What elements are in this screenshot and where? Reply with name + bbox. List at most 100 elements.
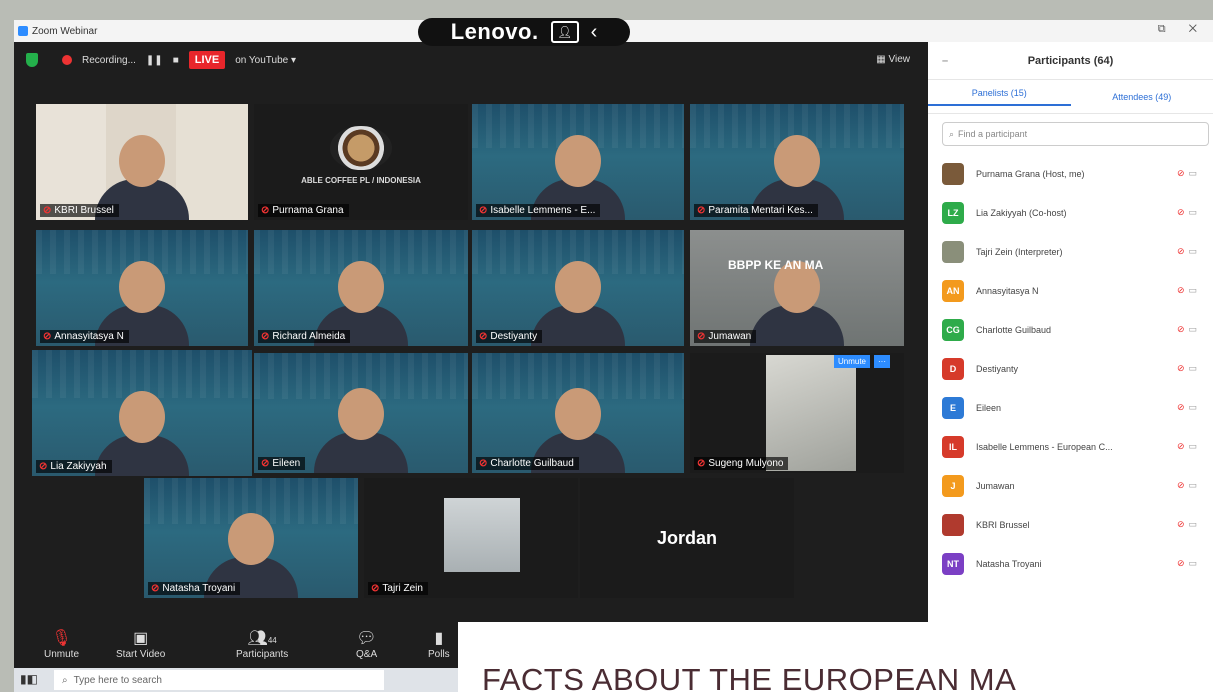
article-overlay: FACTS ABOUT THE EUROPEAN MA: [458, 622, 1213, 692]
polls-label: Polls: [428, 649, 450, 660]
participant-status-icons: ⊘▭: [1177, 168, 1201, 179]
mic-muted-icon: ⊘: [1176, 402, 1189, 412]
mic-muted-icon: ⊘: [1176, 246, 1189, 256]
avatar: D: [942, 357, 964, 380]
video-tile[interactable]: ⊘ Natasha Troyani: [144, 478, 358, 598]
participant-list-item[interactable]: LZ Lia Zakiyyah (Co-host) ⊘▭: [928, 193, 1213, 232]
participant-list-item[interactable]: IL Isabelle Lemmens - European C... ⊘▭: [928, 427, 1213, 466]
participant-status-icons: ⊘▭: [1177, 246, 1201, 257]
tab-panelists[interactable]: Panelists (15): [928, 88, 1071, 106]
participant-name: Paramita Mentari Kes...: [708, 205, 813, 216]
mic-muted-icon: ⊘: [261, 458, 270, 469]
video-tile[interactable]: ⊘ Isabelle Lemmens - E...: [472, 104, 684, 220]
live-badge[interactable]: LIVE: [188, 51, 226, 69]
avatar: LZ: [942, 201, 964, 224]
security-shield-icon[interactable]: [26, 53, 38, 67]
video-tile[interactable]: ⊘ KBRI Brussel: [36, 104, 248, 220]
video-tile[interactable]: BBPP KE AN MA ⊘ Jumawan: [690, 230, 904, 346]
participant-nameplate: ⊘ Destiyanty: [476, 330, 543, 343]
start-video-button[interactable]: ▣ Start Video: [116, 628, 165, 660]
video-tile[interactable]: ⊘ Paramita Mentari Kes...: [690, 104, 904, 220]
taskbar-search-input[interactable]: ⌕ Type here to search: [54, 670, 384, 690]
stream-destination-dropdown[interactable]: on YouTube ▾: [235, 55, 296, 66]
participant-status-icons: ⊘▭: [1177, 480, 1201, 491]
avatar: AN: [942, 279, 964, 302]
participant-nameplate: ⊘ Tajri Zein: [368, 582, 428, 595]
video-tile[interactable]: Unmute ··· ⊘ Sugeng Mulyono: [690, 353, 904, 473]
participant-name: Lia Zakiyyah: [50, 461, 107, 472]
participant-list-item[interactable]: Purnama Grana (Host, me) ⊘▭: [928, 154, 1213, 193]
video-tile[interactable]: ⊘ Annasyitasya N: [36, 230, 248, 346]
unmute-button[interactable]: 🎙︎ Unmute: [44, 628, 79, 660]
participant-list-item[interactable]: E Eileen ⊘▭: [928, 388, 1213, 427]
participant-list-item[interactable]: NT Natasha Troyani ⊘▭: [928, 544, 1213, 583]
participant-name: Isabelle Lemmens - E...: [490, 205, 596, 216]
qa-button[interactable]: 💬︎ Q&A: [356, 628, 377, 660]
search-icon: ⌕: [62, 674, 68, 686]
participant-list-name: Lia Zakiyyah (Co-host): [976, 207, 1067, 218]
participant-status-icons: ⊘▭: [1177, 207, 1201, 218]
video-tile[interactable]: ⊘ Tajri Zein: [364, 478, 578, 598]
window-controls[interactable]: ⧉ ✕: [1158, 23, 1207, 36]
mic-muted-icon: ⊘: [39, 461, 48, 472]
pause-recording-button[interactable]: ❚❚: [146, 55, 163, 66]
participant-name: Richard Almeida: [272, 331, 346, 342]
mic-muted-icon: ⊘: [371, 583, 380, 594]
mic-muted-icon: ⊘: [1176, 207, 1189, 217]
camera-icon: ▭: [1188, 285, 1201, 295]
lenovo-logo: Lenovo.: [450, 19, 539, 44]
participant-list-item[interactable]: D Destiyanty ⊘▭: [928, 349, 1213, 388]
more-options-icon[interactable]: ···: [874, 355, 890, 368]
collapse-panel-icon[interactable]: –: [942, 55, 948, 67]
video-tile[interactable]: ⊘ Destiyanty: [472, 230, 684, 346]
mic-off-icon: 🎙︎: [51, 630, 72, 647]
participant-status-icons: ⊘▭: [1177, 363, 1201, 374]
view-button[interactable]: ▦ View: [876, 54, 910, 65]
unmute-request-button[interactable]: Unmute: [833, 355, 870, 368]
logo-text: ABLE COFFEE PL / INDONESIA: [301, 176, 421, 185]
participant-list-item[interactable]: KBRI Brussel ⊘▭: [928, 505, 1213, 544]
video-tile[interactable]: ⊘ Richard Almeida: [254, 230, 468, 346]
camera-icon: ▭: [1188, 480, 1201, 490]
participant-list-name: Eileen: [976, 402, 1002, 413]
participant-search-placeholder: Find a participant: [958, 129, 1028, 139]
tab-attendees[interactable]: Attendees (49): [1071, 92, 1213, 102]
participant-search-input[interactable]: ⌕ Find a participant: [942, 122, 1209, 146]
window-title: Zoom Webinar: [32, 25, 98, 37]
taskview-icon[interactable]: ▮◧: [20, 672, 38, 686]
video-tile[interactable]: ⊘ Charlotte Guilbaud: [472, 353, 684, 473]
participants-button[interactable]: 👥︎44 Participants: [236, 628, 288, 660]
polls-icon: ▮: [434, 630, 444, 647]
video-tile[interactable]: ABLE COFFEE PL / INDONESIA ⊘ Purnama Grana: [254, 104, 468, 220]
participant-name: Annasyitasya N: [54, 331, 124, 342]
video-tile[interactable]: Jordan: [580, 478, 794, 598]
stop-recording-button[interactable]: ■: [173, 55, 179, 66]
participant-status-icons: ⊘▭: [1177, 324, 1201, 335]
qa-icon: 💬︎: [356, 630, 377, 647]
video-tile[interactable]: ⊘ Lia Zakiyyah: [32, 350, 252, 476]
participant-nameplate: ⊘ Natasha Troyani: [148, 582, 241, 595]
mic-muted-icon: ⊘: [1176, 324, 1189, 334]
participant-list-item[interactable]: J Jumawan ⊘▭: [928, 466, 1213, 505]
recording-icon: [62, 55, 72, 65]
participant-list-item[interactable]: AN Annasyitasya N ⊘▭: [928, 271, 1213, 310]
participant-name-display: Jordan: [656, 527, 717, 548]
participant-list-name: Tajri Zein (Interpreter): [976, 246, 1063, 257]
participant-name: Natasha Troyani: [162, 583, 236, 594]
polls-button[interactable]: ▮ Polls: [428, 628, 450, 660]
participant-nameplate: ⊘ Richard Almeida: [258, 330, 351, 343]
qa-label: Q&A: [356, 649, 378, 660]
unmute-label: Unmute: [44, 649, 80, 660]
participant-list-item[interactable]: CG Charlotte Guilbaud ⊘▭: [928, 310, 1213, 349]
participant-list-name: Charlotte Guilbaud: [976, 324, 1052, 335]
participant-list-name: Jumawan: [976, 480, 1015, 491]
participant-name: Tajri Zein: [382, 583, 423, 594]
mic-muted-icon: ⊘: [1176, 168, 1189, 178]
mic-muted-icon: ⊘: [1176, 441, 1189, 451]
search-icon: ⌕: [949, 128, 955, 139]
video-tile[interactable]: ⊘ Eileen: [254, 353, 468, 473]
participant-name: Charlotte Guilbaud: [490, 458, 574, 469]
participant-list-item[interactable]: Tajri Zein (Interpreter) ⊘▭: [928, 232, 1213, 271]
chevron-left-icon: ‹: [590, 20, 598, 43]
participant-video: [444, 498, 520, 572]
